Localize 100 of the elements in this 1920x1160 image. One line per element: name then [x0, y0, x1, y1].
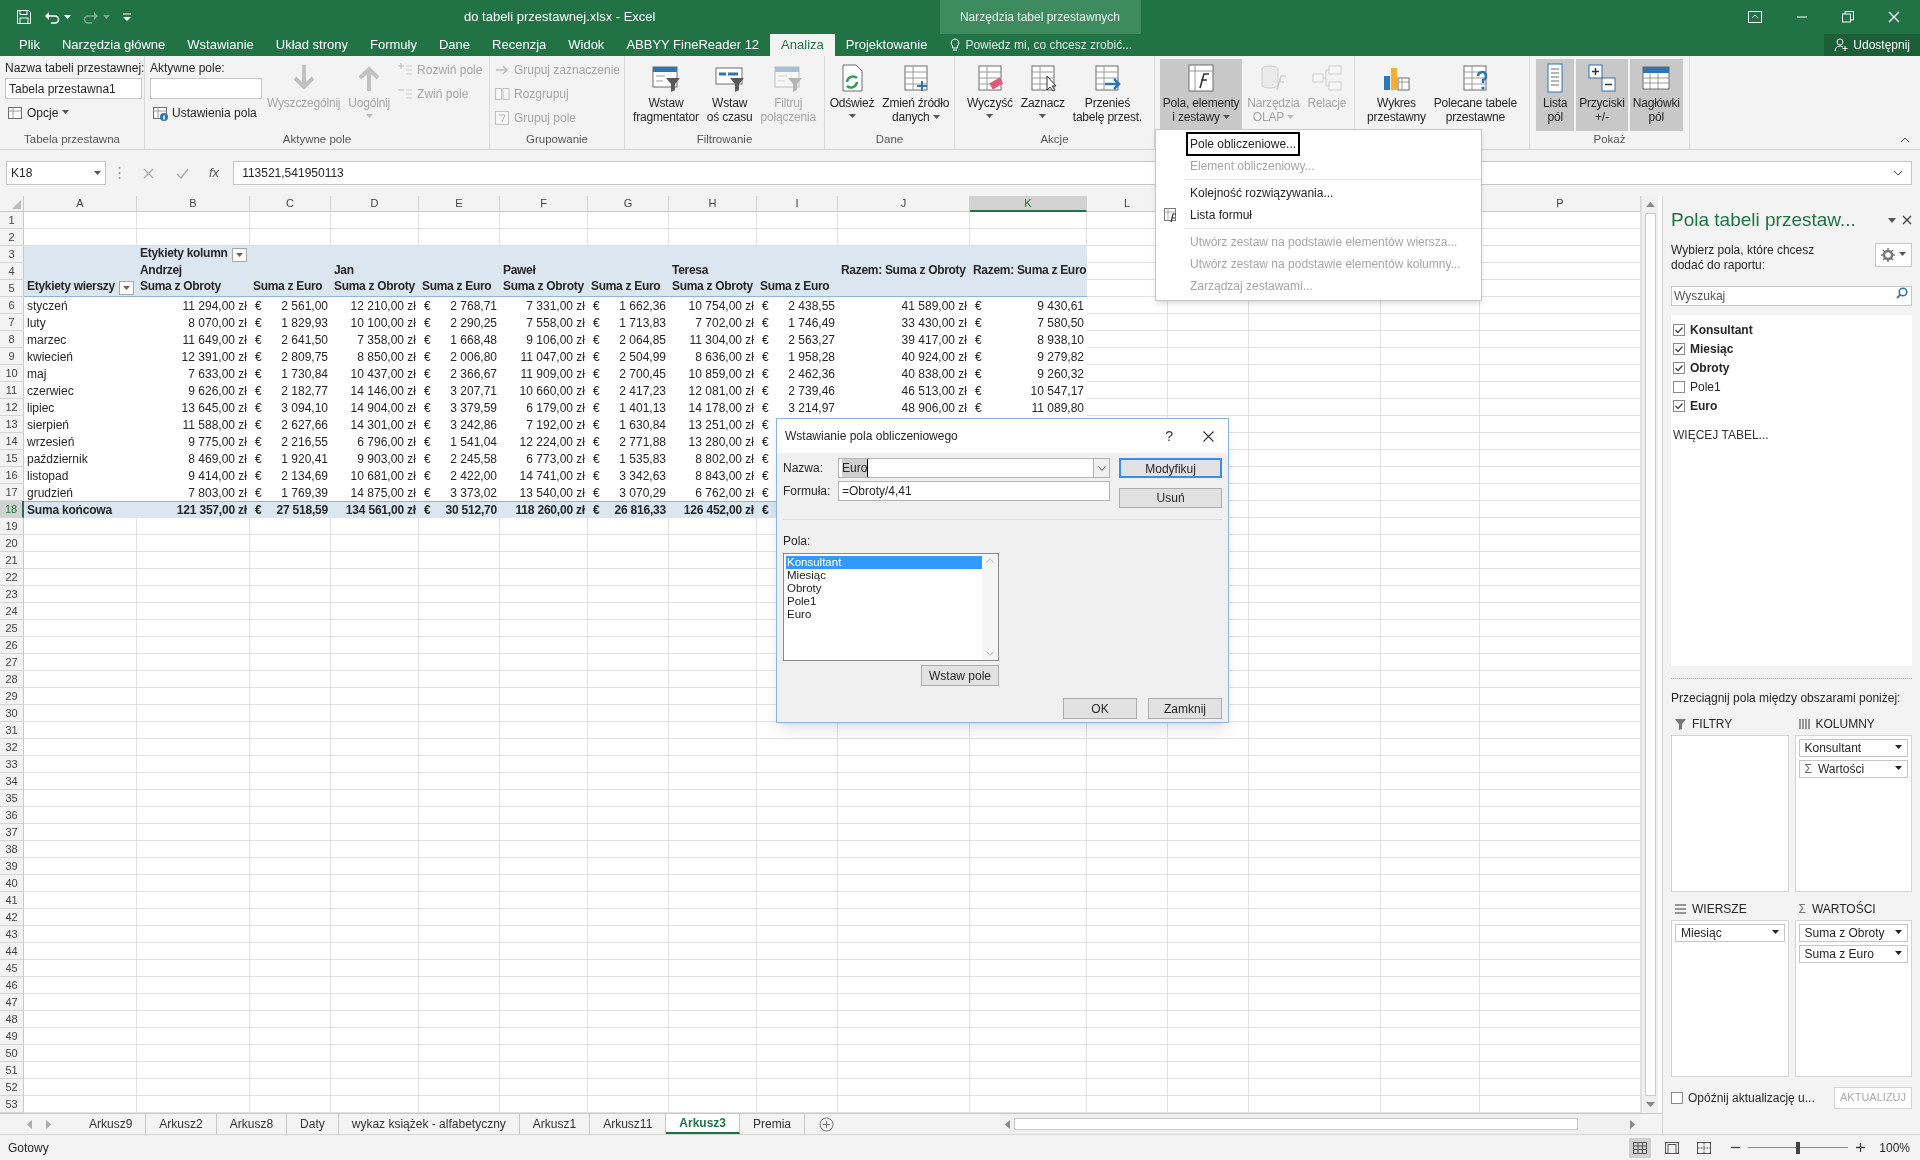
row-header[interactable]: 48: [0, 1011, 24, 1028]
tell-me-search[interactable]: Powiedz mi, co chcesz zrobić...: [965, 36, 1133, 54]
row-header[interactable]: 47: [0, 994, 24, 1011]
row-header[interactable]: 9: [0, 348, 24, 365]
ribbon-button[interactable]: Przyciski +/-: [1576, 59, 1628, 131]
column-header[interactable]: A: [24, 196, 137, 212]
column-header[interactable]: B: [137, 196, 250, 212]
row-header[interactable]: 23: [0, 586, 24, 603]
row-header[interactable]: 28: [0, 671, 24, 688]
row-header[interactable]: 34: [0, 773, 24, 790]
dialog-button[interactable]: OK: [1063, 698, 1137, 719]
ribbon-tab[interactable]: Recenzja: [481, 34, 558, 56]
ribbon-button[interactable]: Zaznacz: [1017, 59, 1068, 131]
checkbox[interactable]: [1671, 1091, 1683, 1104]
ribbon-button[interactable]: Pola, elementy i zestawy: [1159, 59, 1243, 131]
restore-icon[interactable]: [1842, 11, 1854, 23]
check-icon[interactable]: [176, 167, 189, 179]
dialog-button[interactable]: Zamknij: [1148, 698, 1222, 719]
row-header[interactable]: 39: [0, 858, 24, 875]
plus-icon[interactable]: [1856, 1143, 1866, 1152]
row-header[interactable]: 21: [0, 552, 24, 569]
ribbon-button[interactable]: Wykres przestawny: [1364, 59, 1429, 131]
row-header[interactable]: 46: [0, 977, 24, 994]
scrollbar-thumb[interactable]: [1014, 1118, 1578, 1130]
checkbox[interactable]: [1673, 324, 1685, 336]
row-header[interactable]: 25: [0, 620, 24, 637]
checkbox[interactable]: [1673, 381, 1685, 393]
column-header[interactable]: E: [419, 196, 500, 212]
save-icon[interactable]: [16, 9, 32, 25]
list-item[interactable]: Pole1: [786, 595, 982, 608]
ribbon-button[interactable]: Nagłówki pól: [1629, 59, 1683, 131]
close-icon[interactable]: [1203, 430, 1214, 442]
share-button[interactable]: Udostępnij: [1824, 34, 1920, 56]
view-button[interactable]: [1629, 1137, 1652, 1158]
row-header[interactable]: 36: [0, 807, 24, 824]
ribbon-tab[interactable]: Formuły: [359, 34, 428, 56]
row-header[interactable]: 2: [0, 229, 24, 246]
settings-button[interactable]: [1875, 242, 1912, 267]
scrollbar-thumb[interactable]: [1644, 213, 1656, 1096]
row-header[interactable]: 7: [0, 314, 24, 331]
row-header[interactable]: 43: [0, 926, 24, 943]
list-item[interactable]: Obroty: [786, 582, 982, 595]
input-field[interactable]: Tabela przestawna1: [5, 78, 142, 99]
field-chip[interactable]: Miesiąc: [1675, 923, 1785, 942]
row-header[interactable]: 41: [0, 892, 24, 909]
ribbon-tab[interactable]: Dane: [427, 34, 482, 56]
ribbon-tab[interactable]: Projektowanie: [834, 34, 939, 56]
row-header[interactable]: 27: [0, 654, 24, 671]
row-header[interactable]: 53: [0, 1096, 24, 1113]
row-header[interactable]: 4: [0, 263, 24, 280]
row-header[interactable]: 33: [0, 756, 24, 773]
row-header[interactable]: 1: [0, 212, 24, 229]
row-header[interactable]: 20: [0, 535, 24, 552]
field-chip[interactable]: Suma z Obroty: [1798, 923, 1908, 942]
ribbon-button[interactable]: Odśwież: [826, 59, 878, 131]
scroll-right-icon[interactable]: [1630, 1119, 1636, 1129]
ribbon-button[interactable]: Wstaw fragmentator: [630, 59, 702, 131]
slider-thumb[interactable]: [1796, 1141, 1801, 1154]
column-header[interactable]: C: [250, 196, 331, 212]
filter-dropdown-button[interactable]: [118, 281, 134, 295]
row-header[interactable]: 38: [0, 841, 24, 858]
scroll-up-icon[interactable]: [1645, 201, 1655, 207]
column-header[interactable]: K: [970, 196, 1087, 212]
row-header[interactable]: 31: [0, 722, 24, 739]
add-sheet-icon[interactable]: [819, 1116, 835, 1132]
row-header[interactable]: 6: [0, 297, 24, 314]
collapse-ribbon-icon[interactable]: [1900, 137, 1910, 143]
ribbon-tab[interactable]: ABBYY FineReader 12: [615, 34, 771, 56]
row-header[interactable]: 8: [0, 331, 24, 348]
dialog-button[interactable]: Wstaw pole: [921, 665, 999, 686]
row-header[interactable]: 19: [0, 518, 24, 535]
row-header[interactable]: 22: [0, 569, 24, 586]
row-header[interactable]: 44: [0, 943, 24, 960]
ribbon-tab[interactable]: Narzędzia główne: [50, 34, 177, 56]
row-header[interactable]: 3: [0, 246, 24, 263]
ribbon-button[interactable]: Wyczyść: [964, 59, 1016, 131]
row-header[interactable]: 32: [0, 739, 24, 756]
checkbox[interactable]: [1673, 362, 1685, 374]
checkbox[interactable]: [1673, 343, 1685, 355]
ribbon-tab[interactable]: Układ strony: [264, 34, 359, 56]
ribbon-button[interactable]: Ustawienia pola: [150, 102, 259, 123]
ribbon-tab[interactable]: Wstawianie: [176, 34, 265, 56]
filter-dropdown-button[interactable]: [231, 248, 247, 262]
column-header[interactable]: P: [1480, 196, 1641, 212]
column-header[interactable]: I: [757, 196, 838, 212]
column-header[interactable]: J: [838, 196, 970, 212]
insert-function-button[interactable]: fx: [201, 163, 228, 183]
caret-icon[interactable]: [1888, 217, 1896, 223]
ribbon-button[interactable]: Przenieś tabelę przest.: [1069, 59, 1145, 131]
row-header[interactable]: 18: [0, 501, 24, 518]
menu-item[interactable]: Pole obliczeniowe...: [1156, 133, 1481, 155]
row-header[interactable]: 5: [0, 280, 24, 297]
row-header[interactable]: 40: [0, 875, 24, 892]
row-header[interactable]: 50: [0, 1045, 24, 1062]
ribbon-button[interactable]: Zmień źródło danych: [879, 59, 953, 131]
help-button[interactable]: ?: [1165, 425, 1173, 447]
search-field[interactable]: Wyszukaj: [1671, 285, 1912, 306]
name-combobox[interactable]: Euro: [838, 458, 1111, 478]
more-tables-link[interactable]: WIĘCEJ TABEL...: [1673, 425, 1910, 444]
row-header[interactable]: 16: [0, 467, 24, 484]
